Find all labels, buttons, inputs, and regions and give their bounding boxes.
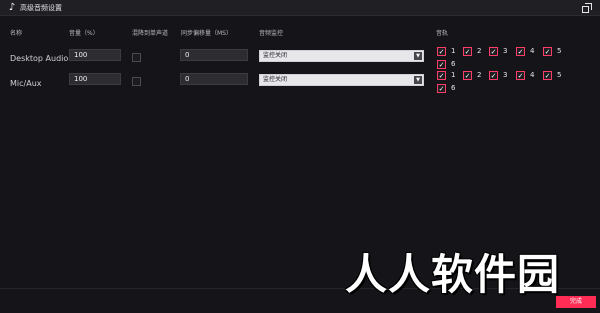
checkmark-icon: ✓	[437, 71, 446, 80]
column-header-volume: 音量（%）	[69, 30, 99, 37]
dropdown-arrow-icon: ▼	[414, 52, 422, 60]
checkmark-icon: ✓	[463, 47, 472, 56]
track-label: 1	[451, 71, 456, 79]
checkmark-icon: ✓	[516, 71, 525, 80]
track-label: 5	[557, 71, 562, 79]
watermark-text: 人人软件园	[345, 250, 561, 299]
restore-window-button[interactable]	[582, 3, 592, 13]
column-header-tracks: 音轨	[436, 30, 449, 37]
checkmark-icon: ✓	[516, 47, 525, 56]
tiktok-logo-icon: ♪	[8, 2, 16, 13]
monitoring-select-value: 监控关闭	[263, 52, 288, 59]
checkmark-icon: ✓	[463, 71, 472, 80]
checkmark-icon: ✓	[437, 84, 446, 93]
column-header-sync-offset: 同步偏移量（MS）	[181, 30, 232, 37]
track-label: 2	[477, 47, 482, 55]
checkmark-icon: ✓	[437, 60, 446, 69]
monitoring-select-value: 监控关闭	[263, 76, 288, 83]
column-header-downmix: 混降到单声道	[132, 30, 169, 37]
checkmark-icon: ✓	[543, 71, 552, 80]
checkmark-icon: ✓	[437, 47, 446, 56]
source-name-mic-aux: Mic/Aux	[10, 79, 42, 88]
track-label: 6	[451, 84, 456, 92]
downmix-checkbox-mic-aux[interactable]	[132, 77, 141, 86]
monitoring-select-mic-aux[interactable]: 监控关闭 ▼	[259, 74, 424, 86]
track-label: 4	[530, 71, 535, 79]
checkmark-icon: ✓	[543, 47, 552, 56]
checkmark-icon: ✓	[489, 47, 498, 56]
track-label: 3	[503, 71, 508, 79]
track-label: 2	[477, 71, 482, 79]
source-name-desktop-audio: Desktop Audio	[10, 54, 69, 63]
track-label: 6	[451, 60, 456, 68]
track-label: 4	[530, 47, 535, 55]
downmix-checkbox-desktop-audio[interactable]	[132, 53, 141, 62]
restore-window-icon-back	[585, 3, 592, 10]
track-label: 5	[557, 47, 562, 55]
track-label: 1	[451, 47, 456, 55]
sync-offset-input-mic-aux[interactable]: 0	[180, 73, 248, 85]
done-button[interactable]: 完成	[556, 296, 596, 308]
track-label: 3	[503, 47, 508, 55]
checkmark-icon: ✓	[489, 71, 498, 80]
column-header-monitoring: 音频监控	[259, 30, 284, 37]
volume-input-mic-aux[interactable]: 100	[69, 73, 121, 85]
dropdown-arrow-icon: ▼	[414, 76, 422, 84]
column-header-name: 名称	[10, 30, 23, 37]
monitoring-select-desktop-audio[interactable]: 监控关闭 ▼	[259, 50, 424, 62]
sync-offset-input-desktop-audio[interactable]: 0	[180, 49, 248, 61]
volume-input-desktop-audio[interactable]: 100	[69, 49, 121, 61]
title-bar: ♪ 高级音频设置	[0, 0, 600, 16]
window-title: 高级音频设置	[20, 4, 62, 12]
